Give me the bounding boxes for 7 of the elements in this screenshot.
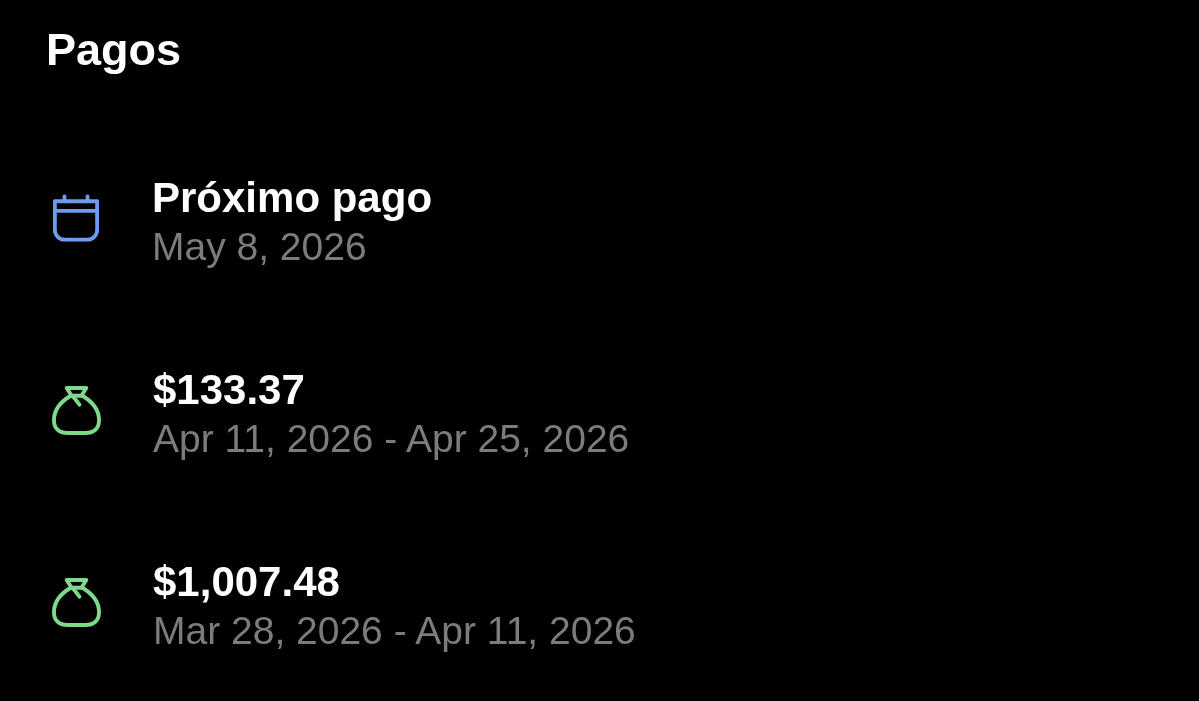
- payment-title: Próximo pago: [152, 173, 433, 223]
- payment-title: $1,007.48: [153, 557, 341, 607]
- payment-date: Apr 11, 2026 - Apr 25, 2026: [153, 416, 630, 462]
- payment-date: Mar 28, 2026 - Apr 11, 2026: [153, 608, 636, 654]
- payment-date: May 8, 2026: [152, 224, 368, 270]
- payment-title: $133.37: [153, 365, 306, 415]
- page-title: Pagos: [45, 24, 183, 76]
